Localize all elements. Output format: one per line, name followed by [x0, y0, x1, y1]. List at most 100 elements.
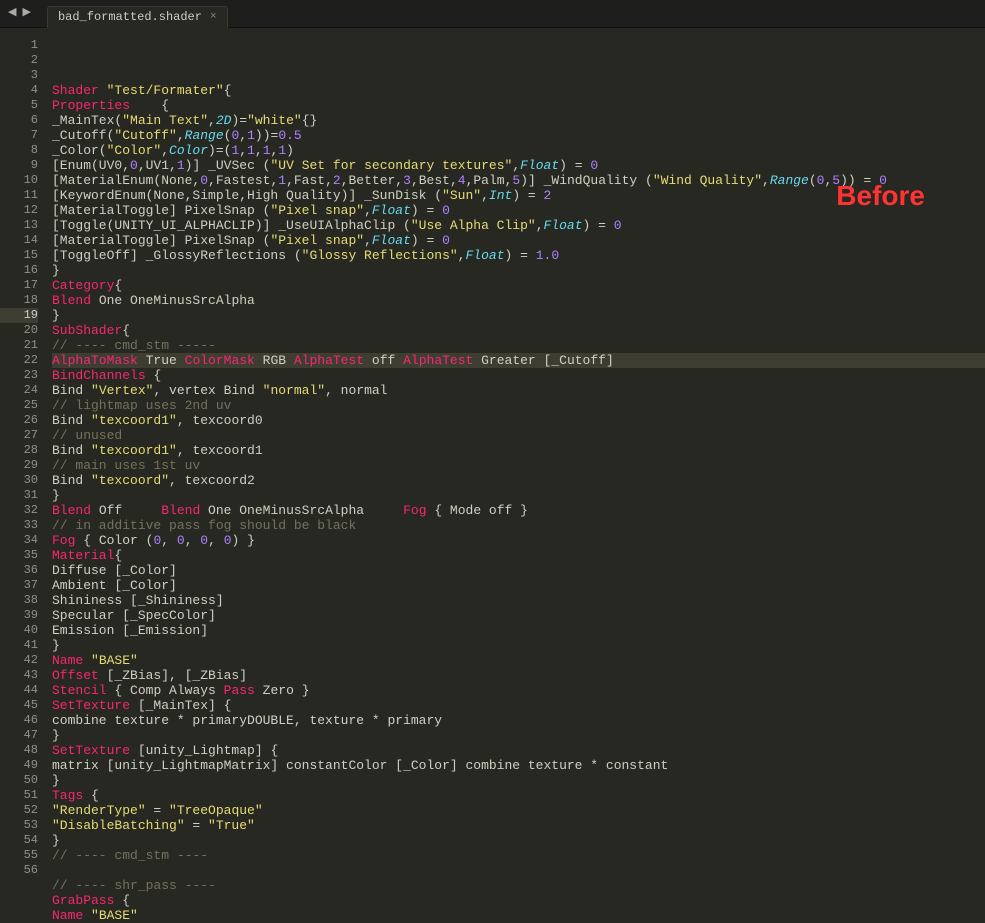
code-line[interactable]: // lightmap uses 2nd uv [52, 398, 985, 413]
code-line[interactable]: Bind "texcoord1", texcoord1 [52, 443, 985, 458]
code-line[interactable]: } [52, 308, 985, 323]
line-number: 42 [0, 653, 38, 668]
code-line[interactable]: [ToggleOff] _GlossyReflections ("Glossy … [52, 248, 985, 263]
code-line[interactable]: Blend One OneMinusSrcAlpha [52, 293, 985, 308]
code-line[interactable]: GrabPass { [52, 893, 985, 908]
code-line[interactable]: Specular [_SpecColor] [52, 608, 985, 623]
code-line[interactable]: "DisableBatching" = "True" [52, 818, 985, 833]
code-line[interactable]: Bind "texcoord1", texcoord0 [52, 413, 985, 428]
line-number: 49 [0, 758, 38, 773]
code-line[interactable]: Emission [_Emission] [52, 623, 985, 638]
line-number: 40 [0, 623, 38, 638]
line-number: 1 [0, 38, 38, 53]
code-line[interactable]: Fog { Color (0, 0, 0, 0) } [52, 533, 985, 548]
line-number: 47 [0, 728, 38, 743]
code-line[interactable]: // unused [52, 428, 985, 443]
line-number: 19 [0, 308, 38, 323]
code-area[interactable]: Before Shader "Test/Formater"{Properties… [44, 28, 985, 871]
line-number: 31 [0, 488, 38, 503]
code-line[interactable]: Category{ [52, 278, 985, 293]
line-number: 10 [0, 173, 38, 188]
code-line[interactable]: // in additive pass fog should be black [52, 518, 985, 533]
code-line[interactable]: Stencil { Comp Always Pass Zero } [52, 683, 985, 698]
line-number: 55 [0, 848, 38, 863]
code-line[interactable]: } [52, 728, 985, 743]
code-line[interactable]: _MainTex("Main Text",2D)="white"{} [52, 113, 985, 128]
code-line[interactable]: SetTexture [_MainTex] { [52, 698, 985, 713]
code-line[interactable]: SetTexture [unity_Lightmap] { [52, 743, 985, 758]
file-tab[interactable]: bad_formatted.shader × [47, 6, 228, 28]
code-line[interactable]: // main uses 1st uv [52, 458, 985, 473]
code-line[interactable]: SubShader{ [52, 323, 985, 338]
line-number: 16 [0, 263, 38, 278]
code-line[interactable]: Bind "Vertex", vertex Bind "normal", nor… [52, 383, 985, 398]
line-number: 8 [0, 143, 38, 158]
code-line[interactable]: combine texture * primaryDOUBLE, texture… [52, 713, 985, 728]
code-line[interactable]: Shininess [_Shininess] [52, 593, 985, 608]
line-number: 29 [0, 458, 38, 473]
line-number: 37 [0, 578, 38, 593]
code-line[interactable]: } [52, 263, 985, 278]
nav-back-icon[interactable]: ◀ [8, 6, 16, 21]
code-line[interactable]: BindChannels { [52, 368, 985, 383]
line-number: 7 [0, 128, 38, 143]
line-number: 33 [0, 518, 38, 533]
line-number: 9 [0, 158, 38, 173]
line-number: 21 [0, 338, 38, 353]
tab-label: bad_formatted.shader [58, 10, 202, 25]
annotation-label: Before [836, 188, 925, 203]
line-number: 24 [0, 383, 38, 398]
code-line[interactable]: Blend Off Blend One OneMinusSrcAlpha Fog… [52, 503, 985, 518]
line-number: 14 [0, 233, 38, 248]
code-line[interactable]: // ---- cmd_stm ---- [52, 848, 985, 863]
line-number: 36 [0, 563, 38, 578]
code-line[interactable]: Material{ [52, 548, 985, 563]
line-number: 32 [0, 503, 38, 518]
code-line[interactable]: } [52, 488, 985, 503]
line-number: 12 [0, 203, 38, 218]
line-number: 51 [0, 788, 38, 803]
line-number: 28 [0, 443, 38, 458]
code-line[interactable]: "RenderType" = "TreeOpaque" [52, 803, 985, 818]
code-line[interactable]: // ---- shr_pass ---- [52, 878, 985, 893]
code-line[interactable]: Diffuse [_Color] [52, 563, 985, 578]
code-line[interactable]: Tags { [52, 788, 985, 803]
code-line[interactable]: [MaterialToggle] PixelSnap ("Pixel snap"… [52, 233, 985, 248]
line-number: 52 [0, 803, 38, 818]
line-number: 22 [0, 353, 38, 368]
line-number: 39 [0, 608, 38, 623]
code-line[interactable]: [Enum(UV0,0,UV1,1)] _UVSec ("UV Set for … [52, 158, 985, 173]
code-line[interactable]: _Color("Color",Color)=(1,1,1,1) [52, 143, 985, 158]
code-line[interactable]: Name "BASE" [52, 653, 985, 668]
line-number: 2 [0, 53, 38, 68]
line-number: 3 [0, 68, 38, 83]
code-line[interactable]: } [52, 773, 985, 788]
code-line[interactable]: Ambient [_Color] [52, 578, 985, 593]
code-line[interactable]: } [52, 833, 985, 848]
line-gutter: 1234567891011121314151617181920212223242… [0, 28, 44, 871]
code-line[interactable]: Offset [_ZBias], [_ZBias] [52, 668, 985, 683]
close-icon[interactable]: × [210, 10, 217, 25]
code-line[interactable]: Bind "texcoord", texcoord2 [52, 473, 985, 488]
code-line[interactable]: } [52, 638, 985, 653]
code-line[interactable]: matrix [unity_LightmapMatrix] constantCo… [52, 758, 985, 773]
code-line[interactable]: _Cutoff("Cutoff",Range(0,1))=0.5 [52, 128, 985, 143]
code-line[interactable]: Name "BASE" [52, 908, 985, 923]
editor: 1234567891011121314151617181920212223242… [0, 28, 985, 871]
line-number: 6 [0, 113, 38, 128]
code-line[interactable]: Properties { [52, 98, 985, 113]
code-line[interactable]: Shader "Test/Formater"{ [52, 83, 985, 98]
line-number: 38 [0, 593, 38, 608]
line-number: 15 [0, 248, 38, 263]
code-line[interactable]: // ---- cmd_stm ----- [52, 338, 985, 353]
line-number: 35 [0, 548, 38, 563]
line-number: 44 [0, 683, 38, 698]
nav-arrows: ◀ ▶ [0, 6, 39, 21]
line-number: 41 [0, 638, 38, 653]
line-number: 46 [0, 713, 38, 728]
line-number: 13 [0, 218, 38, 233]
line-number: 45 [0, 698, 38, 713]
code-line[interactable]: [Toggle(UNITY_UI_ALPHACLIP)] _UseUIAlpha… [52, 218, 985, 233]
code-line[interactable]: AlphaToMask True ColorMask RGB AlphaTest… [52, 353, 985, 368]
nav-forward-icon[interactable]: ▶ [22, 6, 30, 21]
